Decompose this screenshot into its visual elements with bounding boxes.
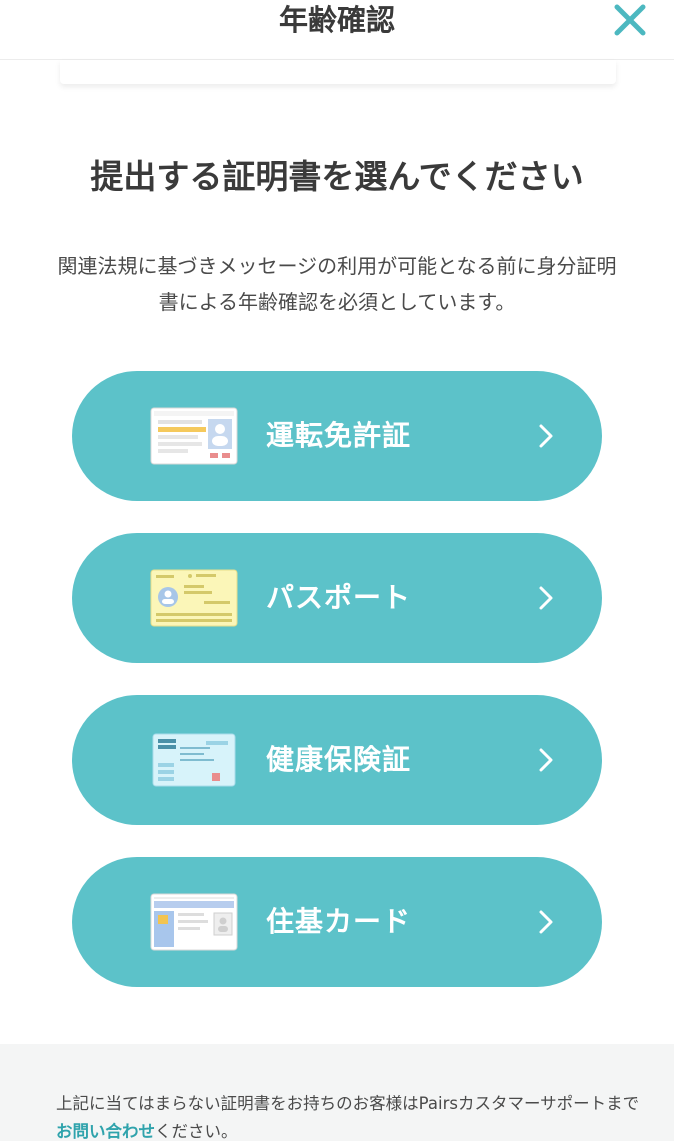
age-verification-page: 年齢確認 提出する証明書を選んでください 関連法規に基づきメッセージの利用が可能… <box>0 0 674 1141</box>
chevron-right-icon <box>539 748 553 772</box>
resident-card-icon <box>150 893 238 951</box>
page-title: 年齢確認 <box>278 3 395 37</box>
option-resident-card[interactable]: 住基カード <box>72 857 602 987</box>
chevron-right-icon <box>539 910 553 934</box>
header: 年齢確認 <box>0 0 674 60</box>
headline: 提出する証明書を選んでください <box>90 157 584 196</box>
close-button[interactable] <box>612 2 648 38</box>
footer-text-after: ください。 <box>155 1122 238 1141</box>
option-passport[interactable]: パスポート <box>72 533 602 663</box>
footer: 上記に当てはまらない証明書をお持ちのお客様はPairsカスタマーサポートまでお問… <box>0 1044 674 1141</box>
option-label: 運転免許証 <box>266 419 412 452</box>
health-insurance-card-icon <box>152 733 236 787</box>
option-drivers-license[interactable]: 運転免許証 <box>72 371 602 501</box>
card-bottom-edge <box>60 60 616 84</box>
description: 関連法規に基づきメッセージの利用が可能となる前に身分証明書による年齢確認を必須と… <box>57 254 617 314</box>
passport-icon <box>150 569 238 627</box>
option-label: 住基カード <box>266 905 412 938</box>
footer-text-before: 上記に当てはまらない証明書をお持ちのお客様はPairsカスタマーサポートまで <box>56 1094 640 1113</box>
option-label: 健康保険証 <box>266 743 412 776</box>
footer-text: 上記に当てはまらない証明書をお持ちのお客様はPairsカスタマーサポートまでお問… <box>56 1090 646 1141</box>
chevron-right-icon <box>539 586 553 610</box>
option-health-insurance-card[interactable]: 健康保険証 <box>72 695 602 825</box>
chevron-right-icon <box>539 424 553 448</box>
option-label: パスポート <box>266 581 412 614</box>
contact-link[interactable]: お問い合わせ <box>56 1122 155 1141</box>
close-icon[interactable] <box>612 2 648 38</box>
drivers-license-icon <box>150 407 238 465</box>
